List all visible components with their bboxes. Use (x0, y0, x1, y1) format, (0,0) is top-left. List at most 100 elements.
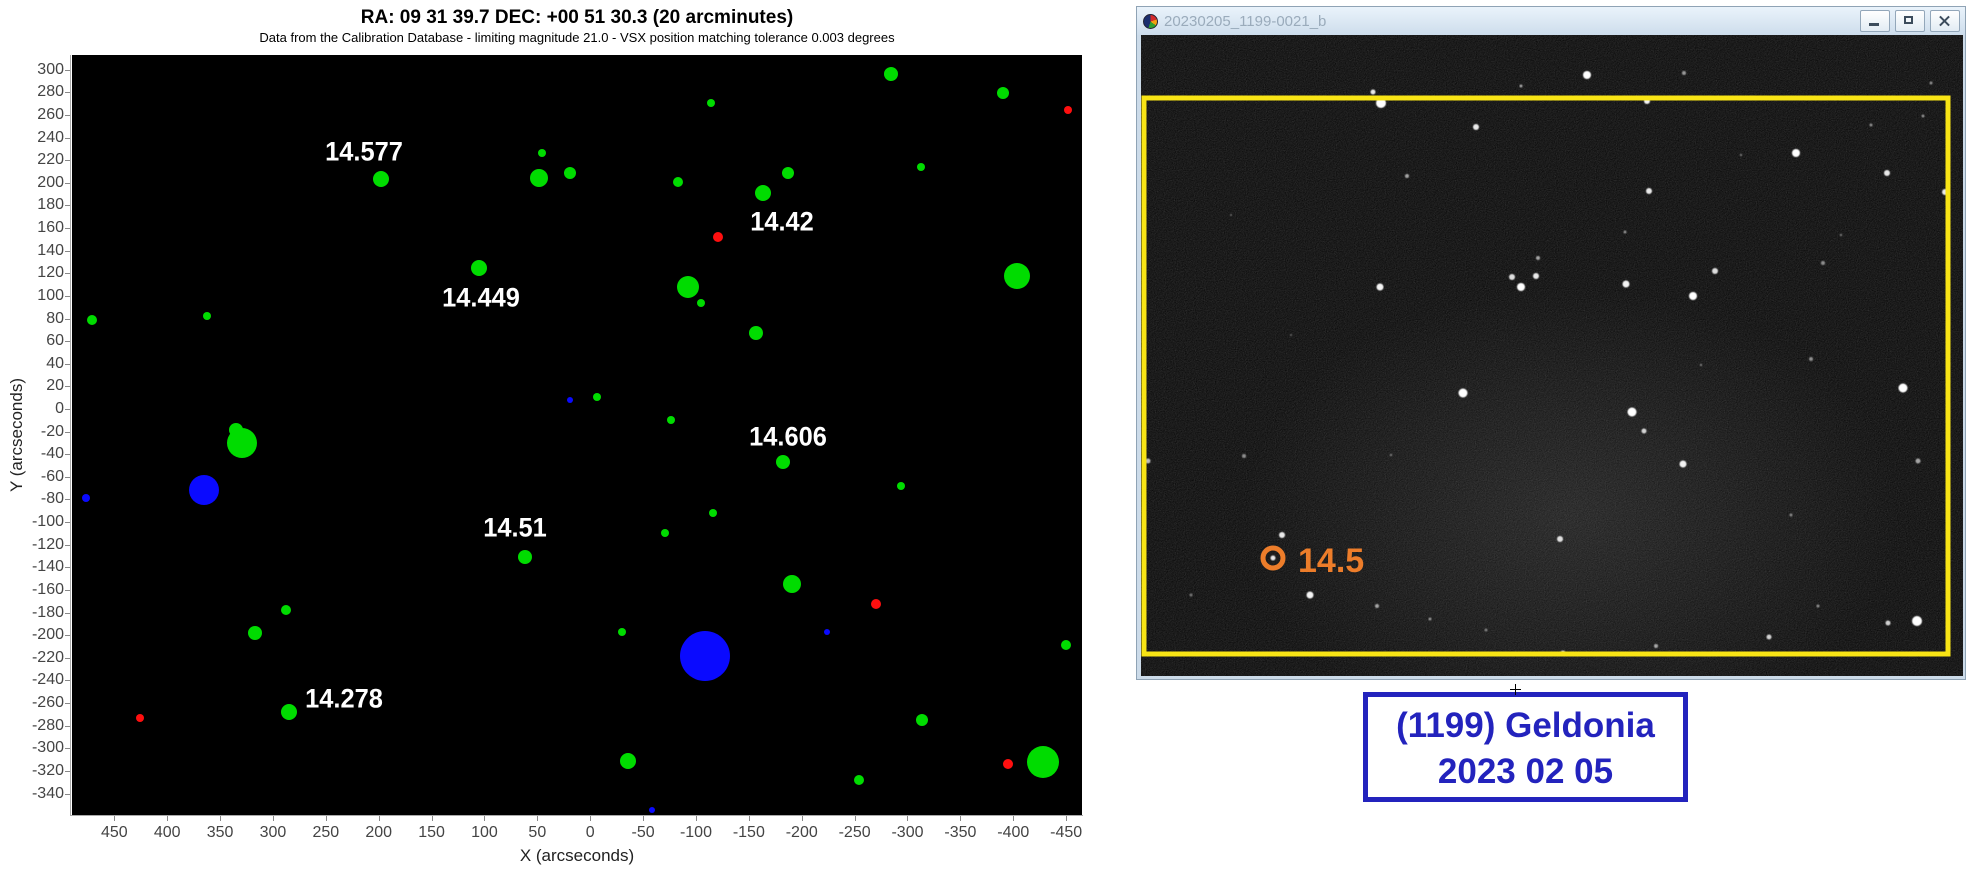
chart-star (592, 392, 601, 401)
photo-star (1792, 149, 1800, 157)
chart-star (372, 171, 389, 188)
photo-star (1699, 363, 1703, 367)
y-tick-mark (65, 544, 70, 546)
chart-star (853, 774, 864, 785)
x-tick-mark (167, 816, 169, 821)
y-tick-mark (65, 273, 70, 275)
chart-star (883, 67, 898, 82)
photo-star (1279, 532, 1285, 538)
minimize-button[interactable] (1860, 10, 1890, 32)
window-titlebar[interactable]: 20230205_1199-0021_b (1137, 7, 1965, 35)
photo-star (1766, 634, 1772, 640)
x-tick-label: -100 (679, 824, 712, 841)
x-tick-label: 100 (471, 824, 498, 841)
y-tick-label: -180 (31, 603, 64, 621)
x-axis-spine (70, 815, 1083, 816)
y-tick-mark (65, 725, 70, 727)
chart-star (1061, 640, 1072, 651)
chart-star (706, 98, 715, 107)
photo-star (1473, 124, 1479, 130)
magnitude-label: 14.51 (483, 512, 547, 543)
y-axis-spine (70, 55, 71, 816)
chart-star (517, 550, 532, 565)
photo-star (1809, 357, 1813, 361)
photo-star (1821, 261, 1825, 265)
x-axis-title: X (arcseconds) (519, 846, 635, 865)
chart-star (870, 598, 881, 609)
y-tick-label: -300 (31, 739, 64, 757)
y-tick-label: 60 (46, 332, 64, 350)
y-tick-label: 120 (37, 264, 64, 282)
y-tick-mark (65, 160, 70, 162)
x-tick-label: -400 (997, 824, 1030, 841)
x-tick-mark (431, 816, 433, 821)
photo-star (1458, 388, 1468, 398)
y-tick-mark (65, 431, 70, 433)
chart-star (537, 149, 546, 158)
restore-button[interactable] (1895, 10, 1925, 32)
chart-star (567, 396, 574, 403)
chart-star (189, 475, 220, 506)
window-title: 20230205_1199-0021_b (1164, 12, 1327, 30)
image-window: 20230205_1199-0021_b 14.5 (1136, 6, 1966, 745)
x-tick-mark (854, 816, 856, 821)
star-field-svg: 14.5 (1141, 35, 1963, 745)
photo-star (1623, 230, 1627, 234)
y-tick-label: -80 (40, 490, 64, 508)
y-tick-label: 160 (37, 219, 64, 237)
photo-star (1898, 383, 1908, 393)
y-tick-mark (65, 408, 70, 410)
x-tick-label: -450 (1050, 824, 1083, 841)
object-caption-box: (1199) Geldonia 2023 02 05 (1363, 692, 1688, 802)
x-tick-label: 450 (100, 824, 128, 841)
chart-star (280, 605, 291, 616)
photo-star (1583, 71, 1591, 79)
chart-star (661, 529, 670, 538)
photo-star (1921, 114, 1925, 118)
chart-plot-area: 14.577 14.449 14.42 14.606 14.51 14.278 (72, 55, 1082, 815)
y-tick-label: -140 (31, 558, 64, 576)
chart-star (81, 494, 90, 503)
y-tick-mark (65, 341, 70, 343)
color-wheel-app-icon (1143, 13, 1158, 29)
photo-star (1230, 214, 1232, 216)
screenshot-root: RA: 09 31 39.7 DEC: +00 51 30.3 (20 arcm… (0, 0, 1971, 879)
x-tick-mark (960, 816, 962, 821)
y-tick-mark (65, 499, 70, 501)
x-tick-mark (1066, 816, 1068, 821)
photo-star (1739, 153, 1743, 157)
photo-star (1242, 454, 1246, 458)
magnitude-label: 14.606 (749, 421, 827, 452)
y-tick-mark (65, 114, 70, 116)
x-tick-mark (484, 816, 486, 821)
photo-star (1679, 460, 1687, 468)
y-tick-label: 280 (37, 83, 64, 101)
chart-star (530, 169, 549, 188)
chart-star (1002, 759, 1013, 770)
y-tick-label: 240 (37, 128, 64, 146)
y-tick-mark (65, 92, 70, 94)
cursor-crosshair (1510, 684, 1521, 695)
x-tick-mark (114, 816, 116, 821)
close-button[interactable] (1930, 10, 1960, 32)
chart-star (203, 312, 212, 321)
photo-star (1484, 628, 1488, 632)
y-tick-label: -160 (31, 580, 64, 598)
chart-star (916, 714, 929, 726)
photo-star (1533, 273, 1539, 279)
magnitude-label: 14.577 (325, 136, 403, 167)
photo-star (1654, 644, 1658, 648)
photo-star (1915, 458, 1921, 464)
x-tick-label: 0 (585, 824, 595, 841)
photo-star (1682, 71, 1686, 75)
y-tick-mark (65, 522, 70, 524)
chart-title: RA: 09 31 39.7 DEC: +00 51 30.3 (20 arcm… (360, 7, 794, 28)
target-magnitude-label: 14.5 (1298, 542, 1364, 580)
chart-star (676, 275, 699, 298)
y-tick-mark (65, 182, 70, 184)
y-tick-label: -340 (31, 784, 64, 802)
caption-date: 2023 02 05 (1437, 752, 1614, 791)
magnitude-label: 14.278 (304, 683, 383, 713)
y-tick-label: 40 (46, 354, 64, 372)
chart-star (1004, 262, 1031, 289)
